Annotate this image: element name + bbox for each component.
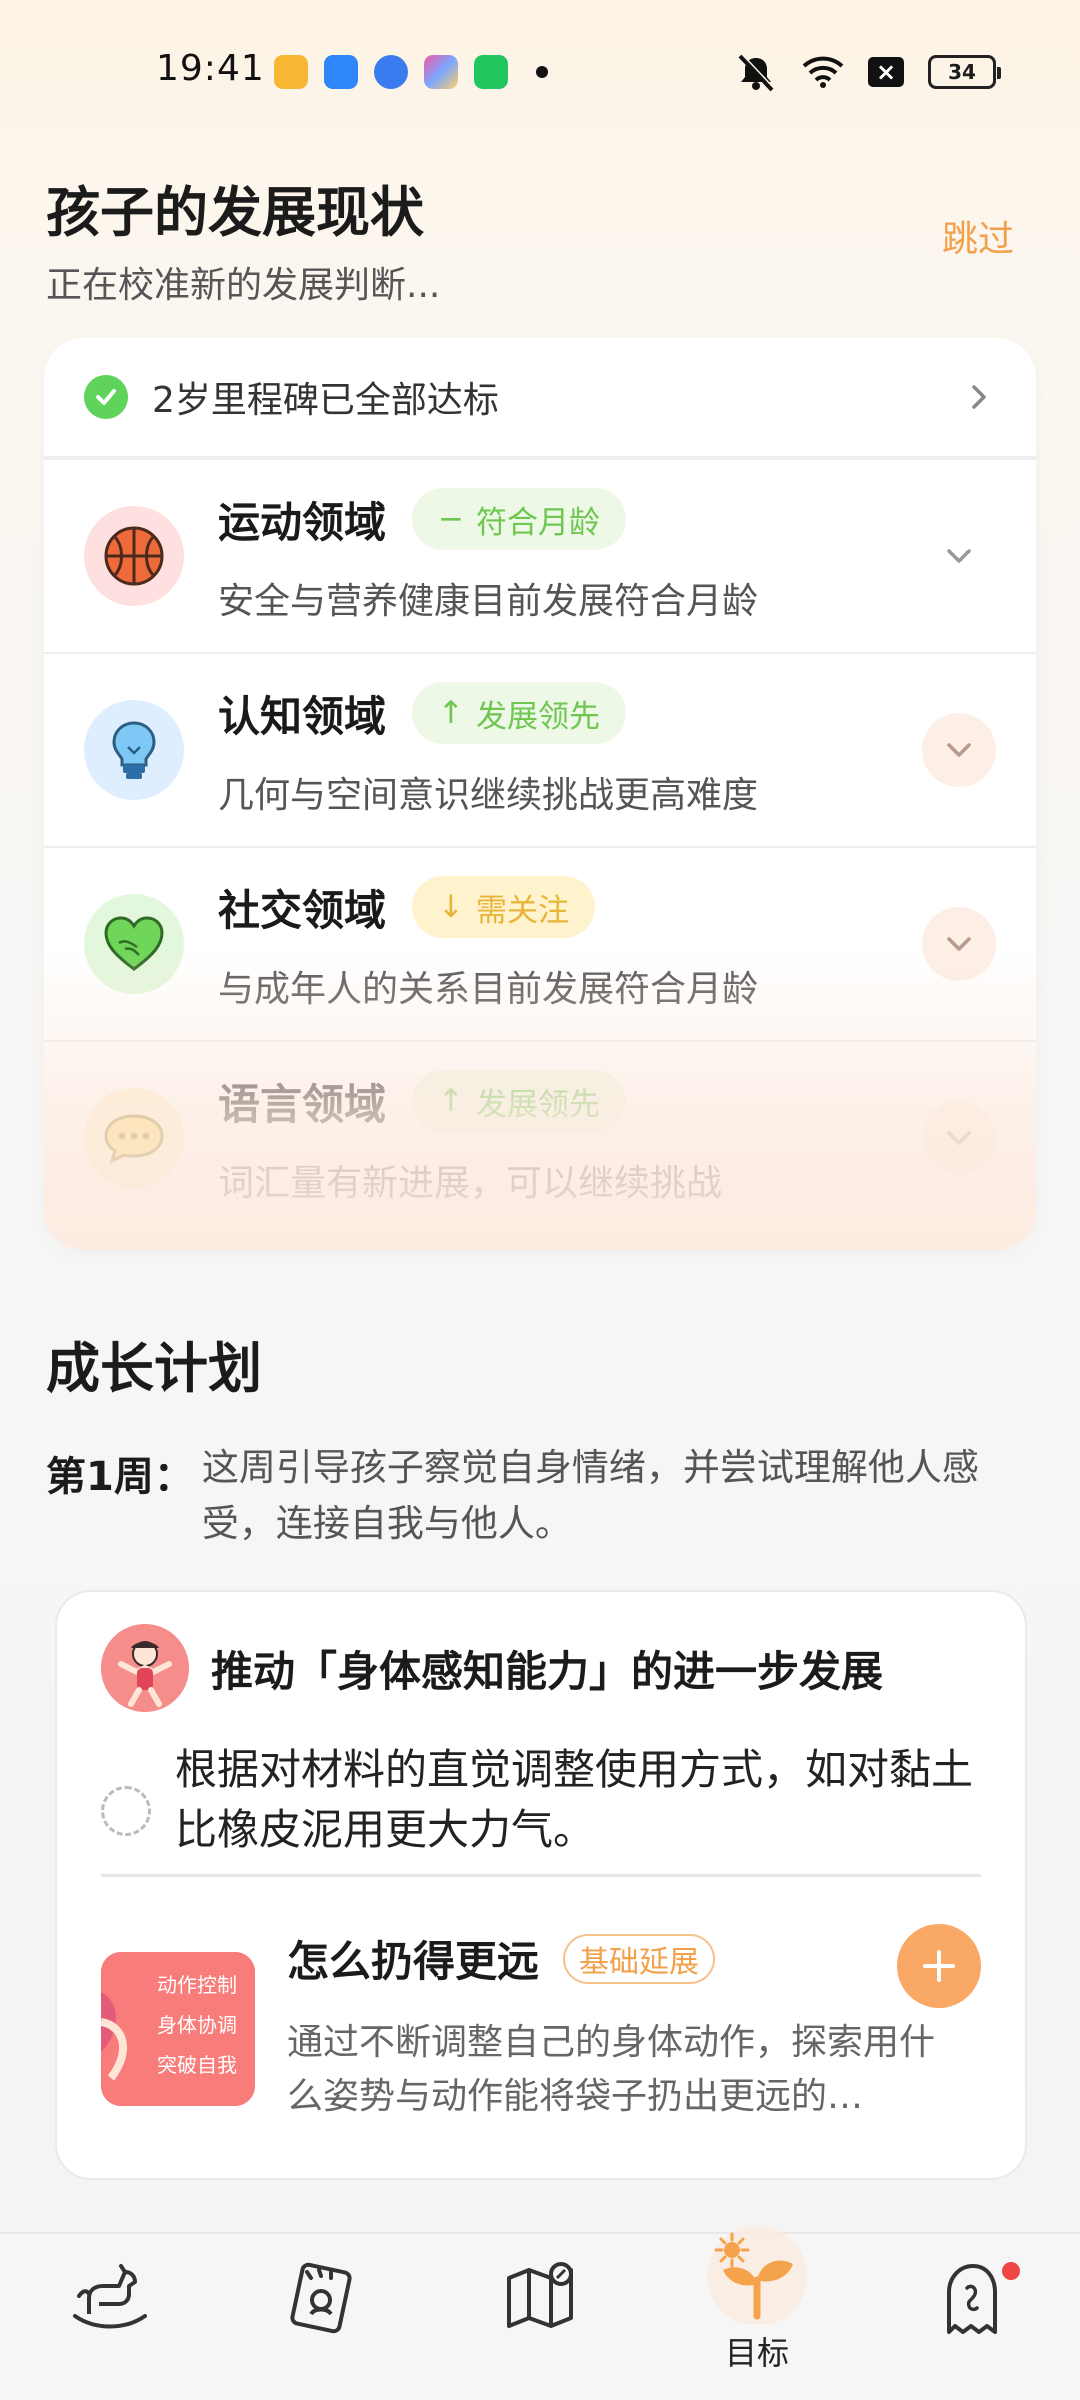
domain-description: 与成年人的关系目前发展符合月龄 — [218, 969, 759, 1010]
colorful-app-icon — [424, 55, 458, 89]
domain-description: 词汇量有新进展，可以继续挑战 — [218, 1163, 723, 1204]
expand-button[interactable] — [922, 713, 996, 787]
book-app-icon — [274, 55, 308, 89]
tab-label-goals: 目标 — [724, 2334, 789, 2372]
expand-button[interactable] — [922, 1101, 996, 1175]
thumb-line-1: 动作控制 — [157, 1974, 237, 1997]
divider — [101, 1874, 981, 1877]
development-card: 2岁里程碑已全部达标 运动领域 − 符合月龄 安全与营养健康目前发展符合月龄 认… — [44, 338, 1036, 1250]
speech-bubble-icon — [84, 1088, 184, 1188]
badge-symbol: ↑ — [438, 695, 464, 731]
domain-item-social[interactable]: 社交领域 ↓ 需关注 与成年人的关系目前发展符合月龄 — [44, 848, 1036, 1042]
plan-card-header: 推动「身体感知能力」的进一步发展 — [101, 1624, 883, 1712]
week-text: 这周引导孩子察觉自身情绪，并尝试理解他人感受，连接自我与他人。 — [201, 1446, 979, 1545]
badge-label: 需关注 — [476, 892, 569, 929]
green-app-icon — [474, 55, 508, 89]
system-icons: × 34 — [734, 52, 1001, 92]
task-text: 根据对材料的直觉调整使用方式，如对黏土比橡皮泥用更大力气。 — [175, 1745, 974, 1854]
plus-icon — [923, 1950, 955, 1982]
expand-button[interactable] — [922, 519, 996, 593]
domain-name: 运动领域 — [218, 497, 387, 547]
badge-label: 发展领先 — [476, 698, 600, 735]
milestone-row[interactable]: 2岁里程碑已全部达标 — [44, 338, 1036, 460]
journal-icon — [290, 2262, 352, 2334]
add-activity-button[interactable] — [897, 1924, 981, 2008]
bottom-tab-bar: 目标 — [0, 2226, 1080, 2400]
domain-name: 认知领域 — [218, 691, 387, 741]
page-title: 孩子的发展现状 — [46, 181, 424, 244]
heart-hands-icon — [84, 894, 184, 994]
tab-journal[interactable] — [260, 2254, 380, 2340]
basketball-icon — [84, 506, 184, 606]
domain-description: 几何与空间意识继续挑战更高难度 — [218, 775, 759, 816]
notification-dot — [1002, 2262, 1020, 2280]
close-box-icon: × — [868, 57, 904, 87]
status-badge: ↑ 发展领先 — [412, 682, 626, 744]
status-badge: ↑ 发展领先 — [412, 1070, 626, 1132]
growth-plan-title: 成长计划 — [46, 1337, 262, 1400]
badge-symbol: ↓ — [438, 889, 464, 925]
activity-tag: 基础延展 — [563, 1933, 716, 1984]
chevron-down-icon — [947, 1131, 971, 1145]
status-bar: 19:41 × 34 — [0, 0, 1080, 140]
domain-name: 社交领域 — [218, 885, 387, 935]
badge-symbol: ↑ — [438, 1083, 464, 1119]
plan-heading: 推动「身体感知能力」的进一步发展 — [211, 1646, 884, 1696]
task-item[interactable]: 根据对材料的直觉调整使用方式，如对黏土比橡皮泥用更大力气。 — [101, 1740, 1001, 1860]
chevron-down-icon — [947, 937, 971, 951]
domain-name: 语言领域 — [218, 1079, 387, 1129]
sprout-icon — [707, 2226, 807, 2324]
activity-title-row: 怎么扔得更远 基础延展 — [287, 1928, 716, 1989]
wifi-icon — [802, 56, 844, 88]
activity-description: 通过不断调整自己的身体动作，探索用什么姿势与动作能将袋子扔出更远的… — [287, 2022, 936, 2117]
notification-icons — [274, 55, 548, 89]
chevron-right-icon — [972, 385, 986, 409]
status-time: 19:41 — [156, 48, 265, 89]
map-icon — [507, 2262, 573, 2328]
plan-card: 推动「身体感知能力」的进一步发展 根据对材料的直觉调整使用方式，如对黏土比橡皮泥… — [55, 1590, 1027, 2180]
domain-item-cognitive[interactable]: 认知领域 ↑ 发展领先 几何与空间意识继续挑战更高难度 — [44, 654, 1036, 848]
week-summary: 第1周： 这周引导孩子察觉自身情绪，并尝试理解他人感受，连接自我与他人。 — [46, 1440, 1016, 1552]
rocking-horse-icon — [73, 2264, 147, 2329]
domain-item-language[interactable]: 语言领域 ↑ 发展领先 词汇量有新进展，可以继续挑战 — [44, 1042, 1036, 1236]
tab-goals[interactable]: 目标 — [697, 2224, 817, 2374]
lightbulb-icon — [84, 700, 184, 800]
chevron-down-icon — [947, 743, 971, 757]
task-checkbox[interactable] — [101, 1786, 151, 1836]
status-badge: − 符合月龄 — [412, 488, 626, 550]
activity-title[interactable]: 怎么扔得更远 — [287, 1928, 539, 1989]
badge-label: 符合月龄 — [476, 504, 600, 541]
expand-button[interactable] — [922, 907, 996, 981]
milestone-text: 2岁里程碑已全部达标 — [152, 380, 499, 421]
domain-item-motor[interactable]: 运动领域 − 符合月龄 安全与营养健康目前发展符合月龄 — [44, 460, 1036, 654]
week-label: 第1周： — [46, 1454, 194, 1500]
calendar-app-icon — [324, 55, 358, 89]
child-avatar — [101, 1624, 189, 1712]
battery-icon: 34 — [928, 55, 1001, 89]
tab-map[interactable] — [480, 2254, 600, 2340]
silent-bell-icon — [738, 53, 775, 92]
thumb-line-2: 身体协调 — [157, 2014, 237, 2037]
badge-label: 发展领先 — [476, 1086, 600, 1123]
chevron-down-icon — [947, 549, 971, 563]
activity-thumbnail[interactable]: 动作控制 身体协调 突破自我 — [101, 1952, 255, 2106]
check-circle-icon — [84, 375, 128, 419]
thumb-line-3: 突破自我 — [157, 2054, 237, 2077]
skip-button[interactable]: 跳过 — [942, 210, 1014, 262]
tab-rocking-horse[interactable] — [48, 2254, 168, 2340]
status-badge: ↓ 需关注 — [412, 876, 595, 938]
page-subtitle: 正在校准新的发展判断... — [46, 265, 441, 306]
badge-symbol: − — [438, 501, 464, 537]
bird-app-icon — [374, 55, 408, 89]
more-notifications-icon — [536, 66, 548, 78]
domain-description: 安全与营养健康目前发展符合月龄 — [218, 581, 759, 622]
